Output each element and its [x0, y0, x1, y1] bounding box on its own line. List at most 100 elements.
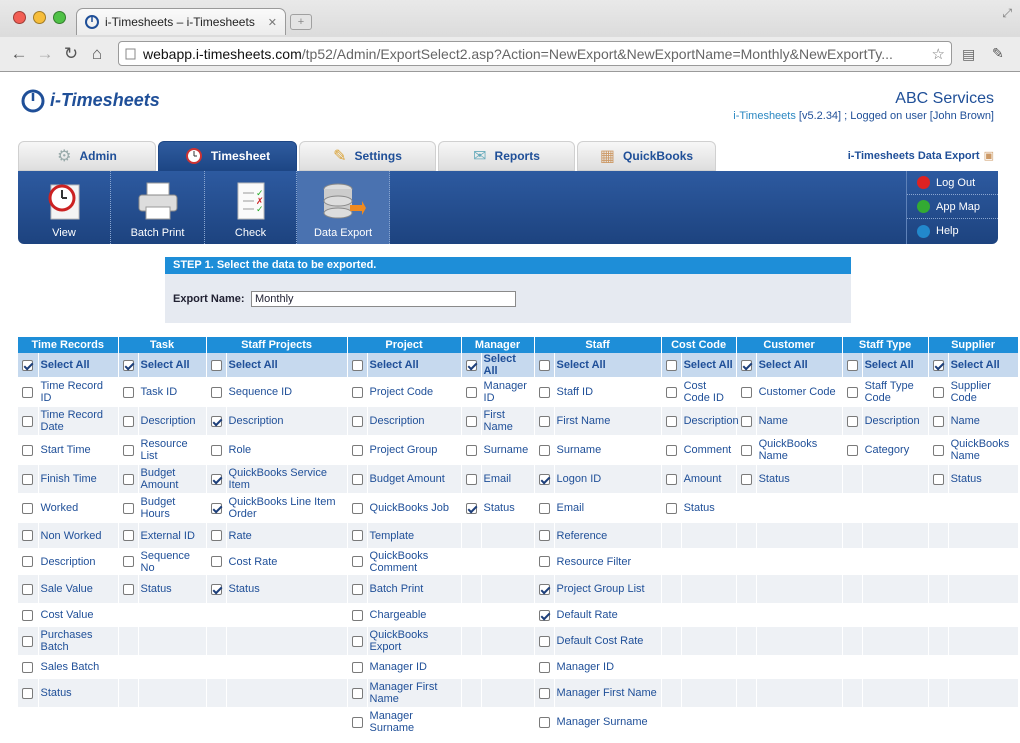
- field-label[interactable]: Description: [681, 406, 739, 436]
- field-checkbox[interactable]: [538, 530, 550, 542]
- settings-wrench-icon[interactable]: ✎: [992, 45, 1004, 62]
- field-label[interactable]: Sale Value: [38, 574, 119, 604]
- tab-quickbooks[interactable]: ▦ QuickBooks: [577, 141, 716, 171]
- logo[interactable]: i-Timesheets: [20, 87, 160, 113]
- field-label[interactable]: Start Time: [38, 435, 119, 465]
- field-checkbox[interactable]: [932, 473, 944, 485]
- field-label[interactable]: Budget Amount: [367, 464, 462, 494]
- field-checkbox[interactable]: [351, 635, 363, 647]
- app-version-link[interactable]: i-Timesheets: [733, 110, 796, 122]
- field-label[interactable]: Budget Amount: [138, 464, 207, 494]
- field-checkbox[interactable]: [538, 473, 550, 485]
- field-checkbox[interactable]: [351, 661, 363, 673]
- select-all-checkbox[interactable]: [538, 359, 550, 371]
- new-tab-button[interactable]: +: [290, 14, 312, 30]
- field-label[interactable]: Manager Surname: [367, 707, 462, 737]
- field-label[interactable]: Sales Batch: [38, 655, 119, 679]
- close-tab-icon[interactable]: ✕: [268, 16, 277, 29]
- field-label[interactable]: Email: [481, 464, 535, 494]
- field-checkbox[interactable]: [932, 415, 944, 427]
- field-label[interactable]: Status: [756, 464, 843, 494]
- field-checkbox[interactable]: [740, 386, 752, 398]
- field-checkbox[interactable]: [846, 415, 858, 427]
- field-label[interactable]: Cost Code ID: [681, 377, 737, 407]
- check-button[interactable]: ✓ ✗ ✓ Check: [205, 171, 297, 244]
- field-label[interactable]: Manager First Name: [367, 678, 462, 708]
- field-checkbox[interactable]: [538, 609, 550, 621]
- tab-timesheet[interactable]: Timesheet: [158, 141, 297, 171]
- reload-icon[interactable]: ↻: [58, 44, 84, 64]
- page-menu-icon[interactable]: ▤: [962, 46, 975, 63]
- field-checkbox[interactable]: [210, 502, 222, 514]
- minimize-window-button[interactable]: [33, 11, 46, 24]
- field-checkbox[interactable]: [122, 386, 134, 398]
- field-label[interactable]: QuickBooks Comment: [367, 548, 462, 575]
- field-checkbox[interactable]: [351, 716, 363, 728]
- field-checkbox[interactable]: [538, 716, 550, 728]
- field-label[interactable]: Description: [226, 406, 348, 436]
- select-all-checkbox[interactable]: [665, 359, 677, 371]
- field-checkbox[interactable]: [351, 609, 363, 621]
- select-all-checkbox[interactable]: [210, 359, 222, 371]
- address-bar[interactable]: webapp.i-timesheets.com/tp52/Admin/Expor…: [118, 41, 952, 66]
- field-checkbox[interactable]: [22, 556, 34, 568]
- field-label[interactable]: Role: [226, 435, 348, 465]
- field-checkbox[interactable]: [22, 415, 34, 427]
- field-label[interactable]: Category: [862, 435, 929, 465]
- field-label[interactable]: First Name: [554, 406, 662, 436]
- field-label[interactable]: Status: [681, 493, 737, 523]
- field-checkbox[interactable]: [22, 502, 34, 514]
- field-checkbox[interactable]: [22, 687, 34, 699]
- field-checkbox[interactable]: [932, 386, 944, 398]
- field-label[interactable]: QuickBooks Line Item Order: [226, 493, 348, 523]
- select-all-label[interactable]: Select All: [554, 353, 662, 378]
- field-checkbox[interactable]: [665, 473, 677, 485]
- field-checkbox[interactable]: [538, 661, 550, 673]
- field-label[interactable]: Task ID: [138, 377, 207, 407]
- field-label[interactable]: Project Code: [367, 377, 462, 407]
- export-name-field[interactable]: [251, 291, 516, 307]
- field-label[interactable]: Status: [948, 464, 1019, 494]
- field-checkbox[interactable]: [122, 583, 134, 595]
- field-checkbox[interactable]: [210, 444, 222, 456]
- field-checkbox[interactable]: [538, 386, 550, 398]
- field-checkbox[interactable]: [22, 635, 34, 647]
- select-all-label[interactable]: Select All: [367, 353, 462, 378]
- select-all-checkbox[interactable]: [122, 359, 134, 371]
- field-label[interactable]: Budget Hours: [138, 493, 207, 523]
- field-checkbox[interactable]: [210, 473, 222, 485]
- field-checkbox[interactable]: [210, 386, 222, 398]
- help-link[interactable]: Help: [907, 219, 998, 243]
- field-label[interactable]: Comment: [681, 435, 737, 465]
- field-label[interactable]: Project Group List: [554, 574, 662, 604]
- field-label[interactable]: Status: [481, 493, 535, 523]
- select-all-checkbox[interactable]: [932, 359, 944, 371]
- field-label[interactable]: QuickBooks Name: [948, 435, 1019, 465]
- field-checkbox[interactable]: [538, 415, 550, 427]
- select-all-checkbox[interactable]: [740, 359, 752, 371]
- zoom-window-button[interactable]: [53, 11, 66, 24]
- field-checkbox[interactable]: [22, 473, 34, 485]
- select-all-checkbox[interactable]: [22, 359, 34, 371]
- field-label[interactable]: QuickBooks Export: [367, 626, 462, 656]
- field-label[interactable]: Time Record ID: [38, 377, 119, 407]
- field-label[interactable]: Resource List: [138, 435, 207, 465]
- fullscreen-icon[interactable]: ⤢: [1002, 6, 1012, 21]
- field-label[interactable]: Status: [38, 678, 119, 708]
- field-checkbox[interactable]: [465, 444, 477, 456]
- field-checkbox[interactable]: [465, 473, 477, 485]
- field-checkbox[interactable]: [22, 386, 34, 398]
- field-checkbox[interactable]: [846, 444, 858, 456]
- select-all-label[interactable]: Select All: [681, 353, 737, 378]
- field-label[interactable]: External ID: [138, 522, 207, 549]
- select-all-label[interactable]: Select All: [948, 353, 1019, 378]
- field-label[interactable]: Surname: [481, 435, 535, 465]
- field-checkbox[interactable]: [351, 415, 363, 427]
- batch-print-button[interactable]: Batch Print: [111, 171, 205, 244]
- field-label[interactable]: Manager ID: [481, 377, 535, 407]
- field-checkbox[interactable]: [740, 473, 752, 485]
- field-checkbox[interactable]: [122, 444, 134, 456]
- field-label[interactable]: First Name: [481, 406, 535, 436]
- select-all-checkbox[interactable]: [351, 359, 363, 371]
- field-checkbox[interactable]: [538, 635, 550, 647]
